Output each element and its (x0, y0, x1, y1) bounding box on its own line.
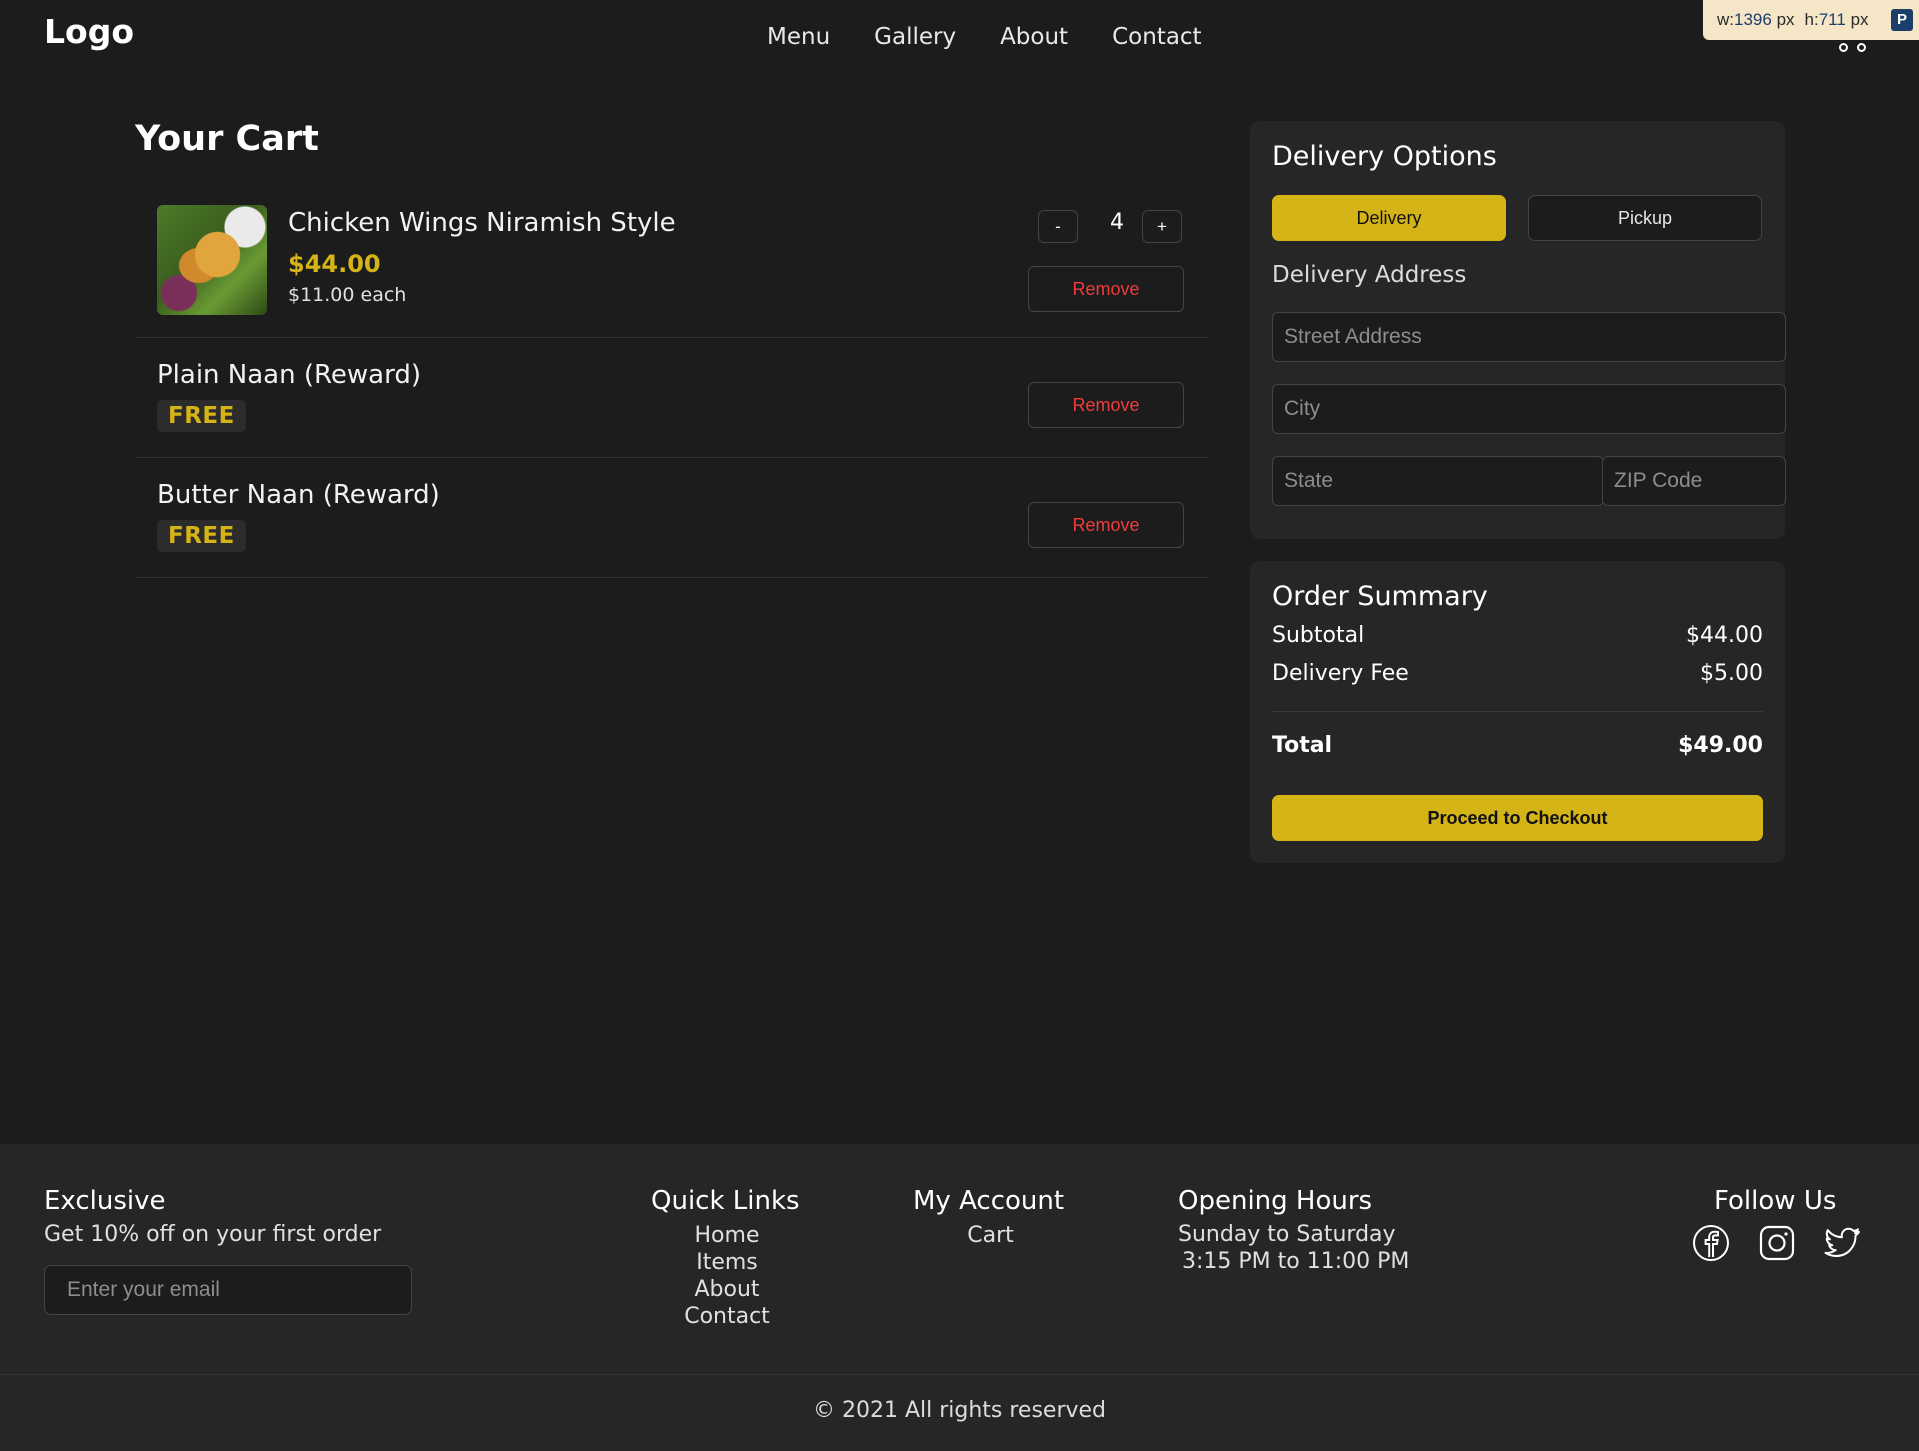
nav-contact[interactable]: Contact (1112, 24, 1201, 50)
summary-divider (1272, 711, 1763, 712)
quantity-value: 4 (1110, 210, 1124, 235)
main-nav: Menu Gallery About Contact (767, 24, 1202, 50)
free-badge: FREE (157, 400, 246, 432)
item-image (157, 205, 267, 315)
street-address-input[interactable] (1272, 312, 1786, 362)
newsletter-email-input[interactable] (44, 1265, 412, 1315)
nav-menu[interactable]: Menu (767, 24, 830, 50)
twitter-icon[interactable] (1824, 1224, 1862, 1262)
checkout-button[interactable]: Proceed to Checkout (1272, 795, 1763, 841)
account-links-list: Cart (913, 1222, 1068, 1249)
cart-item: Chicken Wings Niramish Style $44.00 $11.… (135, 186, 1207, 338)
follow-us-title: Follow Us (1714, 1186, 1837, 1216)
nav-gallery[interactable]: Gallery (874, 24, 956, 50)
subtotal-row: Subtotal $44.00 (1272, 623, 1763, 648)
footer-link-about[interactable]: About (651, 1276, 803, 1303)
item-name: Butter Naan (Reward) (157, 480, 440, 510)
facebook-icon[interactable] (1692, 1224, 1730, 1262)
delivery-fee-value: $5.00 (1700, 661, 1763, 686)
delivery-fee-label: Delivery Fee (1272, 661, 1409, 686)
quick-links-title: Quick Links (651, 1186, 800, 1216)
exclusive-text: Get 10% off on your first order (44, 1222, 382, 1247)
delivery-options-panel: Delivery Options Delivery Pickup Deliver… (1250, 121, 1786, 539)
width-readout: w:1396 px (1717, 10, 1795, 29)
subtotal-value: $44.00 (1686, 623, 1763, 648)
delivery-option-button[interactable]: Delivery (1272, 195, 1506, 241)
cart-item: Butter Naan (Reward) FREE Remove (135, 458, 1207, 578)
remove-button[interactable]: Remove (1028, 382, 1184, 428)
state-input[interactable] (1272, 456, 1604, 506)
delivery-address-label: Delivery Address (1272, 262, 1467, 288)
quick-links-list: Home Items About Contact (651, 1222, 803, 1330)
nav-about[interactable]: About (1000, 24, 1068, 50)
order-summary-panel: Order Summary Subtotal $44.00 Delivery F… (1250, 561, 1785, 863)
item-name: Chicken Wings Niramish Style (288, 208, 676, 238)
item-name: Plain Naan (Reward) (157, 360, 421, 390)
decrease-qty-button[interactable]: - (1038, 210, 1078, 243)
item-price: $44.00 (288, 250, 381, 278)
pickup-option-button[interactable]: Pickup (1528, 195, 1762, 241)
cart-icon[interactable] (1836, 40, 1872, 56)
cart-title: Your Cart (135, 119, 319, 159)
total-value: $49.00 (1678, 733, 1763, 758)
opening-time: 3:15 PM to 11:00 PM (1182, 1249, 1410, 1274)
total-label: Total (1272, 733, 1333, 758)
footer-link-items[interactable]: Items (651, 1249, 803, 1276)
delivery-options-title: Delivery Options (1272, 141, 1497, 172)
dimension-badge: w:1396 px h:711 px P (1703, 0, 1919, 40)
free-badge: FREE (157, 520, 246, 552)
item-unit-price: $11.00 each (288, 284, 407, 306)
opening-days: Sunday to Saturday (1178, 1222, 1396, 1247)
remove-button[interactable]: Remove (1028, 266, 1184, 312)
height-readout: h:711 px (1804, 10, 1869, 29)
cart-item: Plain Naan (Reward) FREE Remove (135, 338, 1207, 458)
exclusive-title: Exclusive (44, 1186, 166, 1216)
copyright-bar: © 2021 All rights reserved (0, 1374, 1919, 1451)
footer-link-contact[interactable]: Contact (651, 1303, 803, 1330)
extension-icon[interactable]: P (1891, 9, 1913, 31)
delivery-fee-row: Delivery Fee $5.00 (1272, 661, 1763, 686)
increase-qty-button[interactable]: + (1142, 210, 1182, 243)
total-row: Total $49.00 (1272, 733, 1763, 758)
subtotal-label: Subtotal (1272, 623, 1365, 648)
copyright-text: © 2021 All rights reserved (812, 1398, 1107, 1423)
my-account-title: My Account (913, 1186, 1065, 1216)
logo[interactable]: Logo (44, 12, 134, 51)
footer-link-cart[interactable]: Cart (913, 1222, 1068, 1249)
opening-hours-title: Opening Hours (1178, 1186, 1373, 1216)
footer-link-home[interactable]: Home (651, 1222, 803, 1249)
city-input[interactable] (1272, 384, 1786, 434)
order-summary-title: Order Summary (1272, 581, 1488, 612)
zip-input[interactable] (1602, 456, 1786, 506)
footer: Exclusive Get 10% off on your first orde… (0, 1144, 1919, 1374)
instagram-icon[interactable] (1758, 1224, 1796, 1262)
remove-button[interactable]: Remove (1028, 502, 1184, 548)
cart-list: Chicken Wings Niramish Style $44.00 $11.… (135, 186, 1207, 578)
